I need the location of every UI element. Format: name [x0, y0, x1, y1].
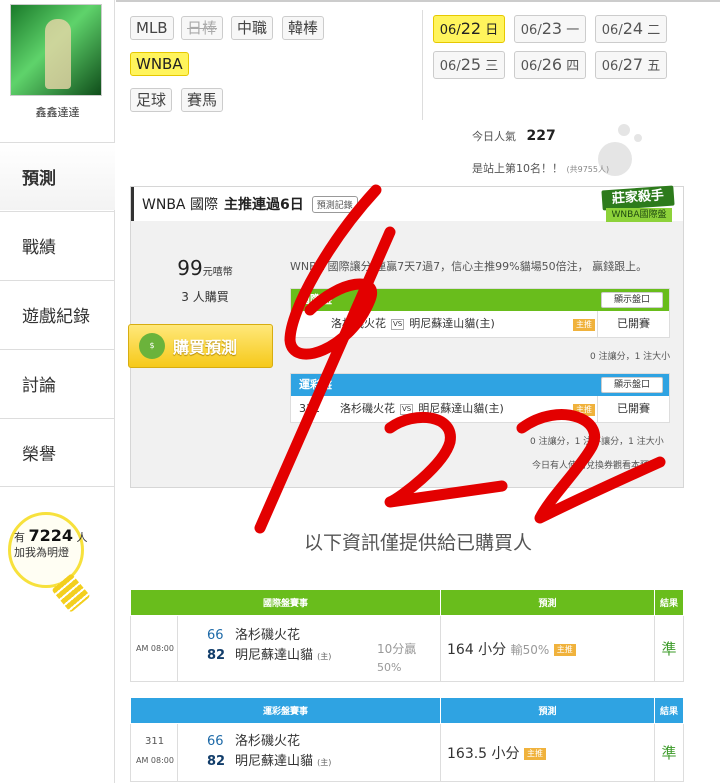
date-0626[interactable]: 06/26 四 [514, 51, 586, 79]
date-0624[interactable]: 06/24 二 [595, 15, 667, 43]
date-0623[interactable]: 06/23 一 [514, 15, 586, 43]
show-odds-button[interactable]: 顯示盤口 [601, 292, 663, 308]
prediction-record-button[interactable]: 預測記錄 [311, 195, 358, 213]
buyer-count: 3 人購買 [181, 290, 229, 304]
result-hit: 準 [654, 615, 684, 682]
league-npb: 日棒 [181, 16, 224, 40]
col-prediction: 預測 [440, 589, 655, 616]
today-note: 今日有人使用兌換券觀看本預測 [532, 461, 659, 471]
league-horse[interactable]: 賽馬 [181, 88, 224, 112]
follow-lightbulb[interactable]: 有 7224 人 加我為明燈 [8, 512, 100, 622]
league-cpbl[interactable]: 中職 [231, 16, 274, 40]
nav-record[interactable]: 戰績 [0, 211, 115, 279]
lottery-note: 0 注讓分，1 注不讓分，1 注大小 [530, 437, 664, 447]
buy-prediction-button[interactable]: $ 購買預測 [128, 324, 273, 368]
nav-game-log[interactable]: 遊戲紀錄 [0, 280, 115, 348]
fan-count: 有 7224 人 加我為明燈 [14, 526, 88, 560]
nav-predict[interactable]: 預測 [0, 142, 115, 210]
col-lottery-match: 運彩盤賽事 [130, 697, 441, 724]
bookie-killer-badge: 莊家殺手 WNBA國際盤 [600, 185, 678, 228]
price: 99元嘻幣 [177, 256, 233, 280]
table-row: 311 AM 08:00 66 洛杉磯火花 82 明尼蘇達山貓 (主) 163.5 … [130, 723, 684, 782]
lottery-result-table: 運彩盤賽事 預測 結果 311 AM 08:00 66 洛杉磯火花 82 明尼蘇達山… [130, 697, 684, 782]
purchasers-only-notice: 以下資訊僅提供給已購買人 [303, 532, 532, 554]
date-0625[interactable]: 06/25 三 [433, 51, 505, 79]
col-result: 結果 [654, 589, 684, 616]
date-0622[interactable]: 06/22 日 [433, 15, 505, 43]
intl-result-table: 國際盤賽事 預測 結果 AM 08:00 66 洛杉磯火花 82 明尼蘇達山貓 (主… [130, 589, 684, 682]
profile-sidebar: 鑫鑫達達 預測 戰績 遊戲紀錄 討論 榮譽 有 7224 人 加我為明燈 [0, 0, 115, 783]
league-kbo[interactable]: 韓棒 [282, 16, 325, 40]
show-odds-button-lottery[interactable]: 顯示盤口 [601, 377, 663, 393]
splash-decoration [588, 120, 646, 182]
intl-match-row: 洛杉磯火花 VS 明尼蘇達山貓(主) 主推 已開賽 [291, 311, 669, 337]
league-soccer[interactable]: 足球 [130, 88, 173, 112]
coin-icon: $ [139, 333, 165, 359]
league-mlb[interactable]: MLB [130, 16, 174, 40]
lottery-match-row: 311 洛杉磯火花 VS 明尼蘇達山貓(主) 主推 已開賽 [291, 396, 669, 422]
result-hit: 準 [654, 723, 684, 782]
col-result: 結果 [654, 697, 684, 724]
league-wnba[interactable]: WNBA [130, 52, 189, 76]
intl-note: 0 注讓分，1 注大小 [590, 352, 671, 362]
lottery-odds-panel: 運彩盤 顯示盤口 311 洛杉磯火花 VS 明尼蘇達山貓(主) 主推 已開賽 [290, 373, 670, 423]
nav-honor[interactable]: 榮譽 [0, 418, 115, 487]
date-0627[interactable]: 06/27 五 [595, 51, 667, 79]
col-prediction: 預測 [440, 697, 655, 724]
prediction-description: WNBA 國際讓分 連贏7天7過7，信心主推99%貓場50倍注， 贏錢跟上。 [290, 260, 648, 273]
col-intl-match: 國際盤賽事 [130, 589, 441, 616]
user-name: 鑫鑫達達 [35, 106, 80, 119]
intl-odds-panel: 國際盤 顯示盤口 洛杉磯火花 VS 明尼蘇達山貓(主) 主推 已開賽 [290, 288, 670, 338]
table-row: AM 08:00 66 洛杉磯火花 82 明尼蘇達山貓 (主) 10分贏 50% 16… [130, 615, 684, 682]
nav-discussion[interactable]: 討論 [0, 349, 115, 417]
user-avatar[interactable] [10, 4, 102, 96]
today-popularity: 今日人氣 227 [472, 128, 556, 144]
